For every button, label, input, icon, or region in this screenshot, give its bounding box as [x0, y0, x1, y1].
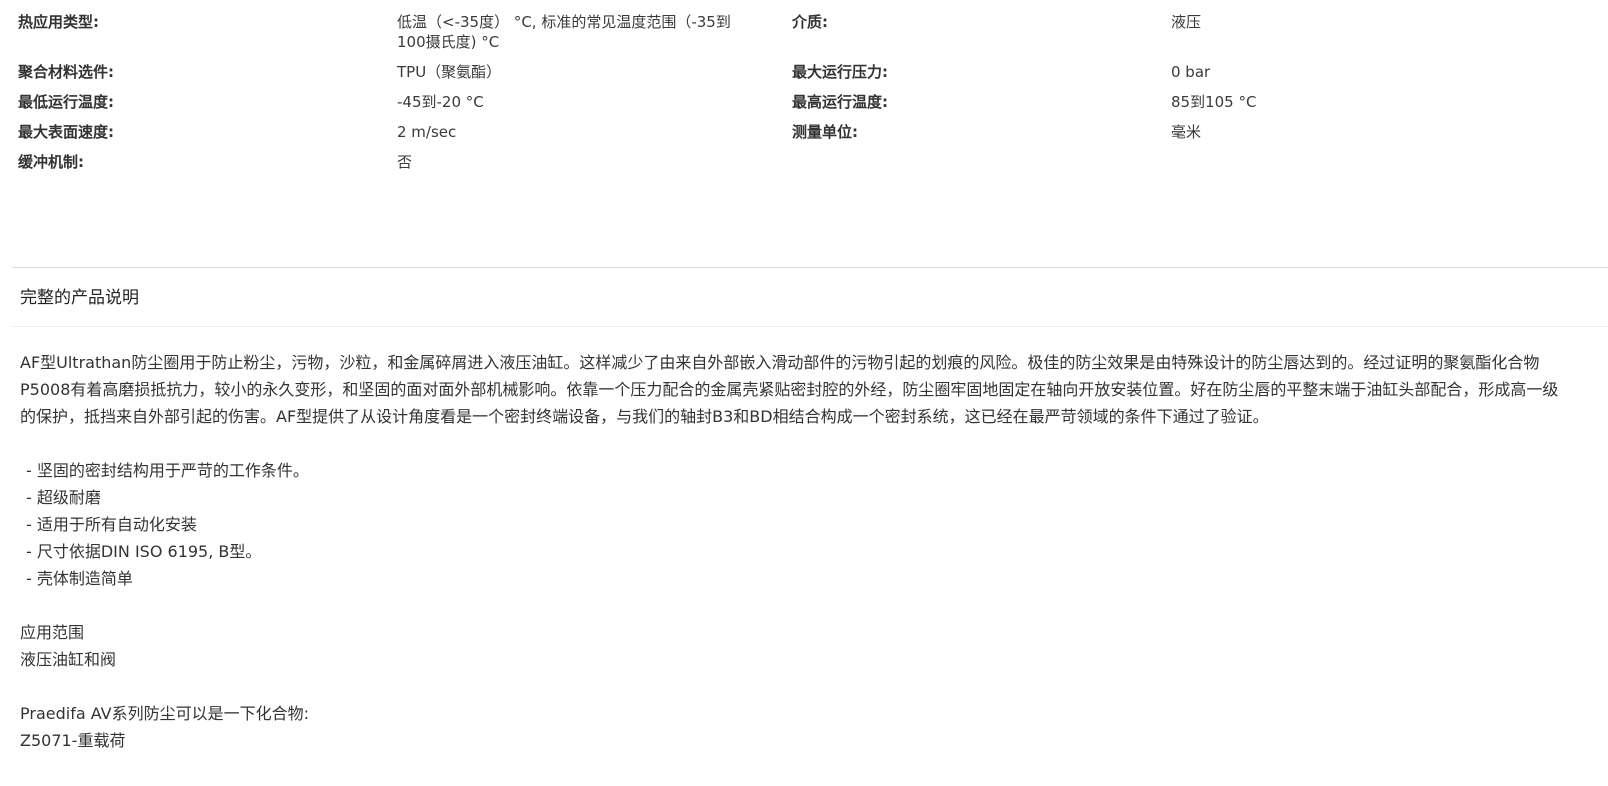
spec-row: 缓冲机制: 否 [18, 152, 1588, 182]
spec-label-medium: 介质: [792, 13, 828, 31]
spec-value-max-temp: 85到105 °C [1171, 93, 1257, 111]
spec-value-polymer: TPU（聚氨酯） [397, 63, 502, 81]
spec-value-min-temp: -45到-20 °C [397, 93, 484, 111]
description-title: 完整的产品说明 [20, 288, 139, 308]
spec-label-max-temp: 最高运行温度: [792, 93, 888, 111]
spec-value-max-pressure: 0 bar [1171, 63, 1211, 81]
feature-item: - 适用于所有自动化安装 [26, 515, 197, 534]
spec-value-medium: 液压 [1171, 13, 1202, 31]
description-section-header: 完整的产品说明 [12, 267, 1608, 327]
spec-label-max-speed: 最大表面速度: [18, 123, 114, 141]
spec-label-max-pressure: 最大运行压力: [792, 63, 888, 81]
compounds-heading: Praedifa AV系列防尘可以是一下化合物: [20, 704, 309, 723]
spec-value-max-speed: 2 m/sec [397, 123, 457, 141]
spec-label-thermal-type: 热应用类型: [18, 13, 99, 31]
spec-value-unit: 毫米 [1171, 123, 1202, 141]
application-text: 液压油缸和阀 [20, 650, 117, 669]
spec-label-cushion: 缓冲机制: [18, 153, 84, 171]
feature-item: - 尺寸依据DIN ISO 6195, B型。 [26, 542, 262, 561]
spec-value-cushion: 否 [397, 153, 413, 171]
spec-row: 最低运行温度: -45到-20 °C 最高运行温度: 85到105 °C [18, 92, 1588, 122]
spec-row: 热应用类型: 低温（<-35度） °C, 标准的常见温度范围（-35到100摄氏… [18, 12, 1588, 62]
spec-table: 热应用类型: 低温（<-35度） °C, 标准的常见温度范围（-35到100摄氏… [18, 12, 1588, 182]
spec-label-polymer: 聚合材料选件: [18, 63, 114, 81]
spec-label-unit: 测量单位: [792, 123, 858, 141]
description-intro: AF型Ultrathan防尘圈用于防止粉尘，污物，沙粒，和金属碎屑进入液压油缸。… [20, 353, 1559, 426]
application-heading: 应用范围 [20, 623, 85, 642]
spec-row: 聚合材料选件: TPU（聚氨酯） 最大运行压力: 0 bar [18, 62, 1588, 92]
feature-item: - 超级耐磨 [26, 488, 101, 507]
feature-item: - 壳体制造简单 [26, 569, 133, 588]
feature-item: - 坚固的密封结构用于严苛的工作条件。 [26, 461, 309, 480]
spec-label-min-temp: 最低运行温度: [18, 93, 114, 111]
spec-value-thermal-type: 低温（<-35度） °C, 标准的常见温度范围（-35到100摄氏度) °C [397, 13, 731, 51]
compounds-text: Z5071-重载荷 [20, 731, 126, 750]
spec-row: 最大表面速度: 2 m/sec 测量单位: 毫米 [18, 122, 1588, 152]
description-body: AF型Ultrathan防尘圈用于防止粉尘，污物，沙粒，和金属碎屑进入液压油缸。… [20, 349, 1565, 754]
